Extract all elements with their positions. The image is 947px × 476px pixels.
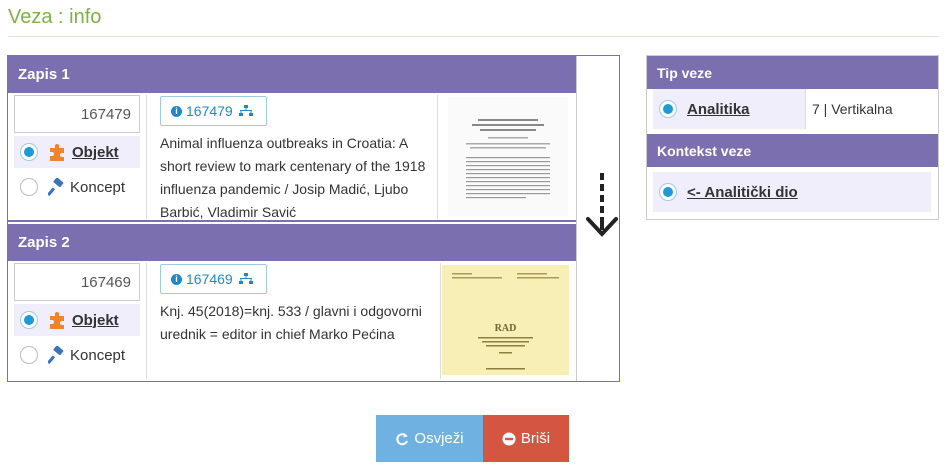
analitika-link[interactable]: Analitika bbox=[687, 101, 750, 118]
arrow-down-icon bbox=[586, 173, 618, 237]
record-2-objekt-link[interactable]: Objekt bbox=[72, 312, 119, 329]
record-2-option-koncept[interactable]: Koncept bbox=[14, 339, 140, 371]
refresh-label: Osvježi bbox=[414, 430, 464, 447]
sitemap-icon bbox=[238, 105, 253, 116]
gavel-icon bbox=[48, 346, 64, 364]
column-divider bbox=[146, 263, 147, 379]
record-2-header: Zapis 2 bbox=[8, 224, 576, 261]
record-2-option-objekt[interactable]: Objekt bbox=[14, 304, 140, 336]
info-icon: i bbox=[171, 105, 182, 117]
record-1-option-objekt[interactable]: Objekt bbox=[14, 136, 140, 168]
record-1-id-badge[interactable]: i 167479 bbox=[160, 96, 267, 126]
link-type-header: Tip veze bbox=[647, 56, 938, 89]
sitemap-icon bbox=[238, 273, 253, 284]
info-icon: i bbox=[171, 273, 182, 285]
delete-label: Briši bbox=[520, 430, 551, 447]
page-title: Veza : info bbox=[8, 6, 102, 28]
record-2-id-field[interactable]: 167469 bbox=[14, 263, 140, 301]
record-2-description: Knj. 45(2018)=knj. 533 / glavni i odgovo… bbox=[160, 303, 422, 342]
link-info-panel: Tip veze Analitika 7 | Vertikalna Kontek… bbox=[646, 55, 939, 220]
context-header: Kontekst veze bbox=[647, 134, 938, 167]
record-1-description: Animal influenza outbreaks in Croatia: A… bbox=[160, 135, 426, 220]
radio-unselected-icon[interactable] bbox=[20, 346, 38, 364]
link-type-option-analitika[interactable]: Analitika bbox=[653, 89, 805, 129]
record-2-thumbnail[interactable]: RAD bbox=[442, 265, 569, 375]
radio-selected-icon[interactable] bbox=[659, 183, 677, 201]
record-1-body: 167479 Objekt Koncept i 167479 Animal in… bbox=[8, 93, 576, 220]
context-link[interactable]: <- Analitički dio bbox=[687, 184, 798, 201]
refresh-button[interactable]: Osvježi bbox=[376, 415, 483, 462]
column-divider bbox=[437, 95, 438, 219]
record-1-id-field[interactable]: 167479 bbox=[14, 95, 140, 133]
radio-selected-icon[interactable] bbox=[659, 100, 677, 118]
record-2-badge-id: 167469 bbox=[186, 271, 233, 287]
refresh-icon bbox=[396, 432, 409, 445]
context-option[interactable]: <- Analitički dio bbox=[653, 172, 931, 212]
record-1-option-koncept[interactable]: Koncept bbox=[14, 171, 140, 203]
puzzle-icon bbox=[50, 144, 64, 161]
svg-text:RAD: RAD bbox=[495, 323, 517, 334]
column-divider bbox=[440, 263, 441, 379]
radio-selected-icon[interactable] bbox=[20, 311, 38, 329]
record-2-body: 167469 Objekt Koncept i 167469 Knj. 45(2… bbox=[8, 261, 576, 381]
link-type-detail: 7 | Vertikalna bbox=[805, 89, 932, 129]
gavel-icon bbox=[48, 178, 64, 196]
record-2-koncept-label: Koncept bbox=[70, 346, 126, 364]
delete-button[interactable]: Briši bbox=[483, 415, 569, 462]
record-separator bbox=[8, 220, 576, 222]
record-1-objekt-link[interactable]: Objekt bbox=[72, 144, 119, 161]
puzzle-icon bbox=[50, 312, 64, 329]
minus-circle-icon bbox=[502, 432, 516, 445]
record-1-thumbnail[interactable] bbox=[448, 97, 568, 216]
radio-selected-icon[interactable] bbox=[20, 143, 38, 161]
record-2-id-badge[interactable]: i 167469 bbox=[160, 264, 267, 294]
title-divider bbox=[8, 36, 939, 37]
record-1-header: Zapis 1 bbox=[8, 56, 576, 93]
column-divider bbox=[146, 95, 147, 219]
direction-arrow bbox=[576, 56, 620, 381]
records-panel: Zapis 1 167479 Objekt Koncept i 167479 A… bbox=[7, 55, 620, 382]
radio-unselected-icon[interactable] bbox=[20, 178, 38, 196]
record-1-koncept-label: Koncept bbox=[70, 178, 126, 196]
record-1-badge-id: 167479 bbox=[186, 103, 233, 119]
